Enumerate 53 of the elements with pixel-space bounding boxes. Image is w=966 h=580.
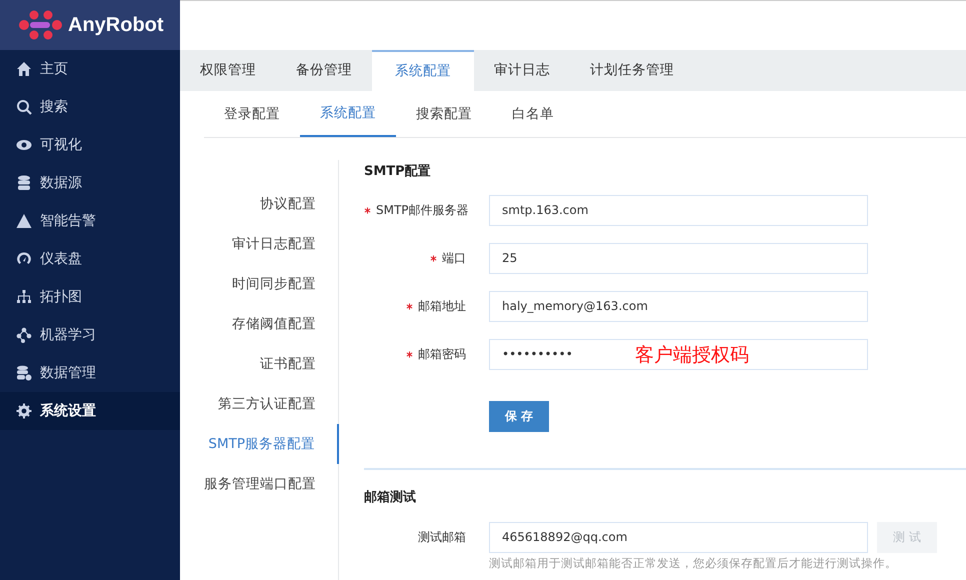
tab[interactable]: 备份管理 bbox=[276, 50, 372, 91]
sub-tab[interactable]: 系统配置 bbox=[300, 91, 396, 137]
gauge-icon bbox=[16, 251, 32, 267]
sidebar-item[interactable]: 数据管理 bbox=[0, 354, 180, 392]
config-nav-item[interactable]: 存储阈值配置 bbox=[180, 304, 338, 344]
tab[interactable]: 权限管理 bbox=[180, 50, 276, 91]
save-button[interactable]: 保 存 bbox=[489, 400, 549, 432]
nodes-icon bbox=[16, 327, 32, 343]
sub-tab[interactable]: 搜索配置 bbox=[396, 91, 492, 137]
sub-tab[interactable]: 白名单 bbox=[492, 91, 574, 137]
eye-icon bbox=[16, 137, 32, 153]
sub-tab[interactable]: 登录配置 bbox=[204, 91, 300, 137]
config-nav-item[interactable]: 协议配置 bbox=[180, 184, 338, 224]
sidebar-item[interactable]: 仪表盘 bbox=[0, 240, 180, 278]
field-label: 测试邮箱 bbox=[418, 530, 466, 544]
input-field[interactable]: 25 bbox=[489, 242, 868, 274]
tab[interactable]: 系统配置 bbox=[372, 50, 474, 91]
sidebar-item[interactable]: 系统设置 bbox=[0, 392, 180, 430]
field-label: SMTP邮件服务器 bbox=[376, 202, 469, 216]
sidebar-item[interactable]: 搜索 bbox=[0, 88, 180, 126]
sidebar-item[interactable]: 智能告警 bbox=[0, 202, 180, 240]
database-gear-icon bbox=[16, 365, 32, 381]
sidebar-item[interactable]: 数据源 bbox=[0, 164, 180, 202]
field-label: 端口 bbox=[442, 250, 466, 264]
field-label: 邮箱地址 bbox=[418, 298, 466, 312]
field-label: 邮箱密码 bbox=[418, 346, 466, 360]
tab[interactable]: 计划任务管理 bbox=[570, 50, 694, 91]
section-title: 邮箱测试 bbox=[364, 489, 417, 507]
config-nav-item[interactable]: 服务管理端口配置 bbox=[180, 464, 338, 504]
database-icon bbox=[16, 175, 32, 191]
config-nav-item[interactable]: 证书配置 bbox=[180, 344, 338, 384]
config-nav-item[interactable]: SMTP服务器配置 bbox=[180, 424, 339, 464]
sidebar-item[interactable]: 拓扑图 bbox=[0, 278, 180, 316]
tab[interactable]: 审计日志 bbox=[474, 50, 570, 91]
config-nav-item[interactable]: 时间同步配置 bbox=[180, 264, 338, 304]
sidebar-item[interactable]: 主页 bbox=[0, 50, 180, 88]
input-field[interactable]: smtp.163.com bbox=[489, 194, 868, 226]
settings-icon bbox=[16, 403, 32, 419]
section-title: SMTP配置 bbox=[364, 163, 432, 181]
logo-icon bbox=[18, 10, 62, 40]
search-icon bbox=[16, 99, 32, 115]
sidebar-item[interactable]: 可视化 bbox=[0, 126, 180, 164]
input-field[interactable]: 465618892@qq.com bbox=[489, 522, 868, 552]
config-nav-item[interactable]: 审计日志配置 bbox=[180, 224, 338, 264]
hierarchy-icon bbox=[16, 289, 32, 305]
config-nav-item[interactable]: 第三方认证配置 bbox=[180, 384, 338, 424]
input-field[interactable]: haly_memory@163.com bbox=[489, 290, 868, 322]
sidebar-item[interactable]: 机器学习 bbox=[0, 316, 180, 354]
annotation-text: 客户端授权码 bbox=[635, 342, 749, 368]
hint-text: 测试邮箱用于测试邮箱能否正常发送，您必须保存配置后才能进行测试操作。 bbox=[489, 556, 898, 571]
home-icon bbox=[16, 61, 32, 77]
brand-name: AnyRobot bbox=[68, 14, 164, 36]
warning-icon bbox=[16, 213, 32, 229]
